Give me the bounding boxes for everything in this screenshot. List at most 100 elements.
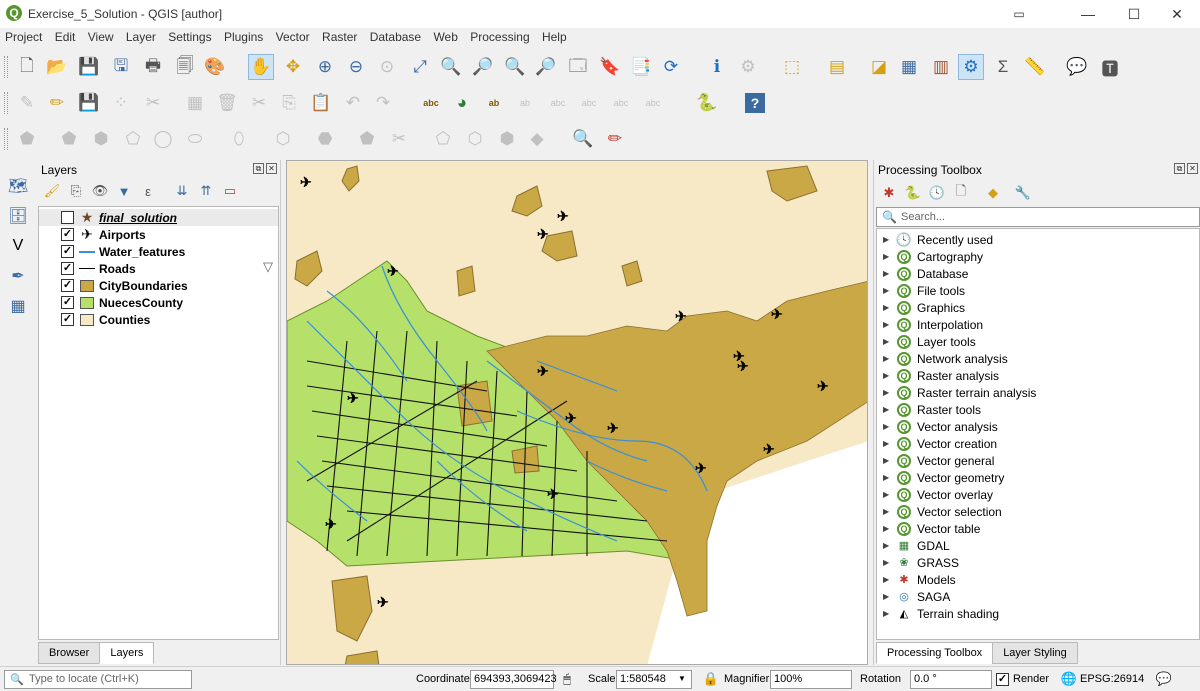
statistics-table-icon[interactable]: ▥ bbox=[928, 54, 954, 80]
processing-toolbox-icon[interactable]: ⚙ bbox=[958, 54, 984, 80]
zoom-next-icon[interactable]: 🔎 bbox=[533, 54, 559, 80]
print-layout-icon[interactable]: 🖶 bbox=[140, 54, 166, 80]
collapse-all-icon[interactable]: ⇈ bbox=[195, 180, 217, 202]
rotate-symbols-icon[interactable]: ◆ bbox=[524, 126, 550, 152]
menu-edit[interactable]: Edit bbox=[51, 28, 80, 46]
undock-icon[interactable]: ⧉ bbox=[253, 163, 264, 174]
crs-button[interactable]: EPSG:26914 bbox=[1080, 673, 1144, 685]
locator-input[interactable]: Type to locate (Ctrl+K) bbox=[4, 670, 192, 689]
new-geopackage-icon[interactable]: 🗄 bbox=[6, 204, 30, 228]
undo-icon[interactable]: ↶ bbox=[340, 90, 366, 116]
paste-features-icon[interactable]: 📋 bbox=[308, 90, 334, 116]
open-styling-icon[interactable]: 🖌 bbox=[41, 180, 63, 202]
map-canvas[interactable]: ✈ ✈ ✈ ✈ ✈ ✈ ✈ ✈ ✈ ✈ ✈ ✈ ✈ ✈ ✈ ✈ ✈ ✈ bbox=[286, 160, 868, 665]
filter-legend-icon[interactable]: ▼ bbox=[113, 180, 135, 202]
proc-item-raster-analysis[interactable]: ▶ Q Raster analysis bbox=[877, 367, 999, 384]
shape-digitize-icon[interactable]: 🔍 bbox=[570, 126, 596, 152]
proc-item-recently-used[interactable]: ▶ 🕓 Recently used bbox=[877, 231, 993, 248]
layer-checkbox[interactable]: ✓ bbox=[61, 228, 74, 241]
menu-view[interactable]: View bbox=[84, 28, 118, 46]
add-feature-icon[interactable]: ⁘ bbox=[108, 90, 134, 116]
proc-item-vector-selection[interactable]: ▶ Q Vector selection bbox=[877, 503, 1002, 520]
close-panel-icon[interactable]: ✕ bbox=[1187, 163, 1198, 174]
layer-checkbox[interactable] bbox=[61, 211, 74, 224]
redo-icon[interactable]: ↷ bbox=[370, 90, 396, 116]
proc-item-raster-terrain-analysis[interactable]: ▶ Q Raster terrain analysis bbox=[877, 384, 1036, 401]
globe-icon[interactable]: 🌐 bbox=[1060, 670, 1078, 688]
current-edits-icon[interactable]: ✎ bbox=[14, 90, 40, 116]
zoom-in-icon[interactable]: ⊕ bbox=[312, 54, 338, 80]
lock-icon[interactable]: 🔒 bbox=[702, 670, 720, 688]
remove-layer-icon[interactable]: ▭ bbox=[219, 180, 241, 202]
proc-item-models[interactable]: ▶ ✱ Models bbox=[877, 571, 956, 588]
rotation-field[interactable]: 0.0 ° bbox=[910, 670, 992, 689]
proc-item-graphics[interactable]: ▶ Q Graphics bbox=[877, 299, 965, 316]
menu-web[interactable]: Web bbox=[429, 28, 461, 46]
layer-row-water[interactable]: ✓ Water_features bbox=[39, 243, 278, 260]
toolbar-handle[interactable] bbox=[4, 128, 8, 150]
show-bookmarks-icon[interactable]: 📑 bbox=[628, 54, 654, 80]
close-panel-icon[interactable]: ✕ bbox=[266, 163, 277, 174]
coordinate-toggle-icon[interactable]: 🖱 bbox=[558, 670, 576, 688]
toolbar-handle[interactable] bbox=[4, 56, 8, 78]
move-label-icon[interactable]: abc bbox=[576, 90, 602, 116]
menu-settings[interactable]: Settings bbox=[164, 28, 215, 46]
tab-browser[interactable]: Browser bbox=[38, 642, 101, 664]
proc-item-vector-general[interactable]: ▶ Q Vector general bbox=[877, 452, 994, 469]
layer-checkbox[interactable]: ✓ bbox=[61, 245, 74, 258]
save-project-icon[interactable]: 💾 bbox=[76, 54, 102, 80]
menu-vector[interactable]: Vector bbox=[272, 28, 314, 46]
layout-manager-icon[interactable]: 🗐 bbox=[172, 54, 198, 80]
coordinate-field[interactable]: 694393,3069423 bbox=[470, 670, 557, 689]
proc-item-gdal[interactable]: ▶ ▦ GDAL bbox=[877, 537, 950, 554]
split-parts-icon[interactable]: ⬠ bbox=[430, 126, 456, 152]
proc-item-saga[interactable]: ▶ ◎ SAGA bbox=[877, 588, 950, 605]
copy-features-icon[interactable]: ⎘ bbox=[276, 90, 302, 116]
restore-icon[interactable]: ▭ bbox=[996, 0, 1042, 28]
change-label-icon[interactable]: abc bbox=[640, 90, 666, 116]
split-features-icon[interactable]: ✂ bbox=[386, 126, 412, 152]
style-manager-icon[interactable]: 🎨 bbox=[202, 54, 228, 80]
proc-item-interpolation[interactable]: ▶ Q Interpolation bbox=[877, 316, 983, 333]
attribute-table-icon[interactable]: ▦ bbox=[896, 54, 922, 80]
layer-row-roads[interactable]: ✓ Roads bbox=[39, 260, 278, 277]
proc-item-vector-geometry[interactable]: ▶ Q Vector geometry bbox=[877, 469, 1004, 486]
proc-item-cartography[interactable]: ▶ Q Cartography bbox=[877, 248, 983, 265]
menu-processing[interactable]: Processing bbox=[466, 28, 533, 46]
merge-features-icon[interactable]: ⬡ bbox=[462, 126, 488, 152]
refresh-icon[interactable]: ⟳ bbox=[658, 54, 684, 80]
merge-attributes-icon[interactable]: ⬢ bbox=[494, 126, 520, 152]
proc-item-grass[interactable]: ▶ ❀ GRASS bbox=[877, 554, 959, 571]
layer-row-counties[interactable]: ✓ Counties bbox=[39, 311, 278, 328]
move-feature-icon[interactable]: ⬟ bbox=[56, 126, 82, 152]
layer-row-cityboundaries[interactable]: ✓ CityBoundaries bbox=[39, 277, 278, 294]
chevron-down-icon[interactable]: ▼ bbox=[678, 674, 686, 683]
proc-item-vector-creation[interactable]: ▶ Q Vector creation bbox=[877, 435, 997, 452]
highlight-labels-icon[interactable]: ab bbox=[481, 90, 507, 116]
layer-checkbox[interactable]: ✓ bbox=[61, 279, 74, 292]
zoom-native-icon[interactable]: ⊙ bbox=[374, 54, 400, 80]
text-annotation-icon[interactable]: 🆃 bbox=[1097, 54, 1123, 80]
tab-processing-toolbox[interactable]: Processing Toolbox bbox=[876, 642, 994, 664]
save-as-icon[interactable]: 🖫 bbox=[108, 54, 134, 80]
edit-features-in-place-icon[interactable]: ◆ bbox=[982, 182, 1004, 204]
add-vector-layer-icon[interactable]: V bbox=[6, 234, 30, 258]
models-icon[interactable]: ✱ bbox=[878, 182, 900, 204]
proc-item-terrain-shading[interactable]: ▶ ◭ Terrain shading bbox=[877, 605, 999, 622]
proc-item-raster-tools[interactable]: ▶ Q Raster tools bbox=[877, 401, 981, 418]
undock-icon[interactable]: ⧉ bbox=[1174, 163, 1185, 174]
proc-item-network-analysis[interactable]: ▶ Q Network analysis bbox=[877, 350, 1008, 367]
layer-row-final-solution[interactable]: ★ final_solution bbox=[39, 209, 278, 226]
select-features-icon[interactable]: ⬚ bbox=[779, 54, 805, 80]
map-tips-icon[interactable]: 💬 bbox=[1064, 54, 1090, 80]
delete-selected-icon[interactable]: 🗑 bbox=[214, 90, 240, 116]
minimize-button[interactable]: — bbox=[1065, 0, 1111, 28]
delete-ring-icon[interactable]: ⬡ bbox=[270, 126, 296, 152]
digitize-shape-icon[interactable]: ⬟ bbox=[14, 126, 40, 152]
actions-icon[interactable]: ⚙ bbox=[735, 54, 761, 80]
filter-expression-icon[interactable]: ε bbox=[137, 180, 159, 202]
reshape-icon[interactable]: ⬣ bbox=[312, 126, 338, 152]
modify-attributes-icon[interactable]: ▦ bbox=[182, 90, 208, 116]
close-button[interactable]: ✕ bbox=[1154, 0, 1200, 28]
menu-help[interactable]: Help bbox=[538, 28, 571, 46]
